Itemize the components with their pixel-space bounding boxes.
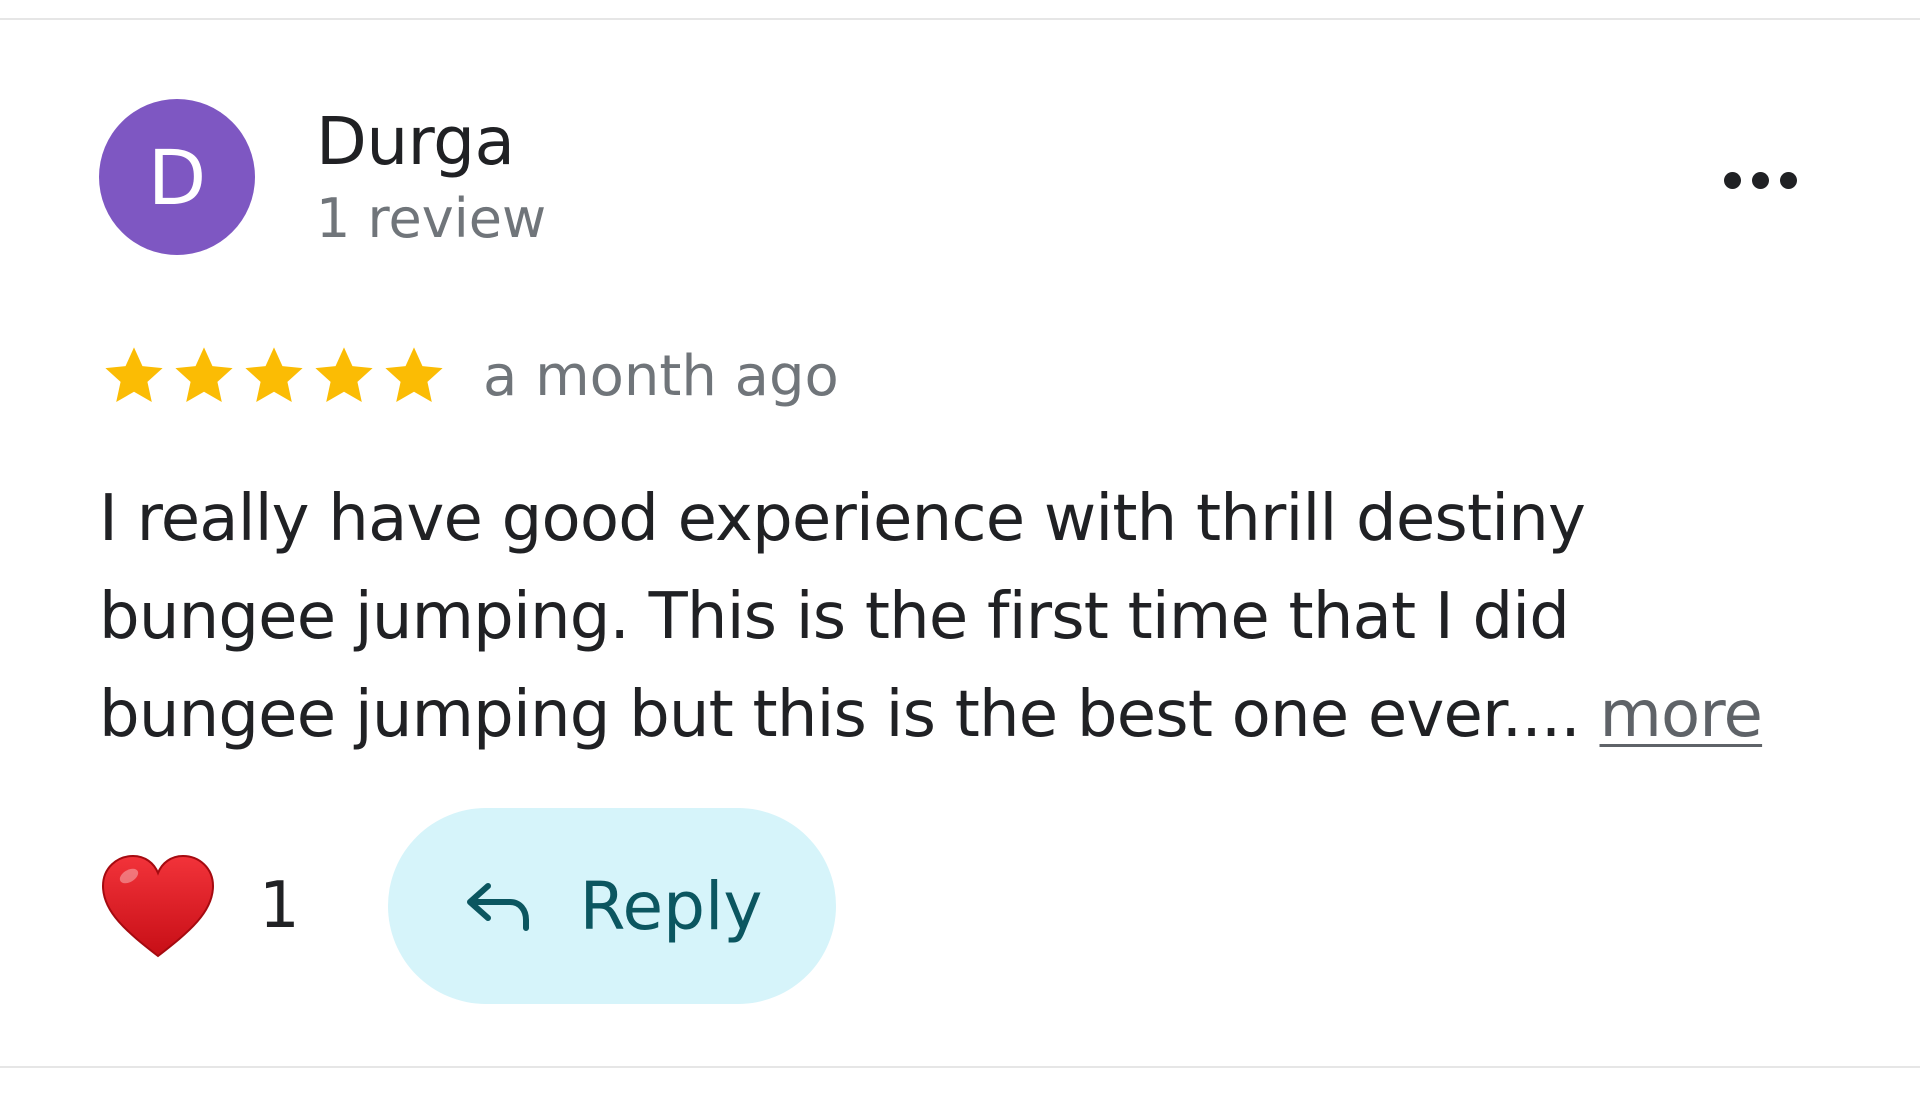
- star-icon: [385, 347, 443, 402]
- more-link[interactable]: more: [1600, 678, 1763, 752]
- star-icon: [105, 347, 163, 402]
- menu-dot: [1751, 171, 1769, 189]
- reply-button[interactable]: Reply: [388, 808, 836, 1004]
- star-icon: [175, 347, 233, 402]
- more-options-icon[interactable]: [1712, 150, 1808, 210]
- review-card: D Durga 1 review a month ago I really ha…: [0, 0, 1920, 1109]
- review-time: a month ago: [483, 344, 839, 409]
- bottom-divider: [0, 1066, 1920, 1068]
- star-icon: [315, 347, 373, 402]
- reply-label: Reply: [579, 867, 763, 945]
- review-body: I really have good experience with thril…: [99, 482, 1586, 752]
- star-icon: [245, 347, 303, 402]
- reply-arrow-icon: [466, 883, 529, 931]
- heart-icon: [101, 854, 215, 958]
- menu-dot: [1779, 171, 1797, 189]
- star-rating: [99, 340, 449, 412]
- author-name[interactable]: Durga: [316, 103, 515, 180]
- author-avatar[interactable]: D: [99, 99, 255, 255]
- like-button[interactable]: 1: [99, 848, 300, 964]
- author-review-count: 1 review: [316, 187, 547, 250]
- menu-dot: [1723, 171, 1741, 189]
- review-text: I really have good experience with thril…: [99, 470, 1799, 764]
- like-count: 1: [259, 869, 300, 943]
